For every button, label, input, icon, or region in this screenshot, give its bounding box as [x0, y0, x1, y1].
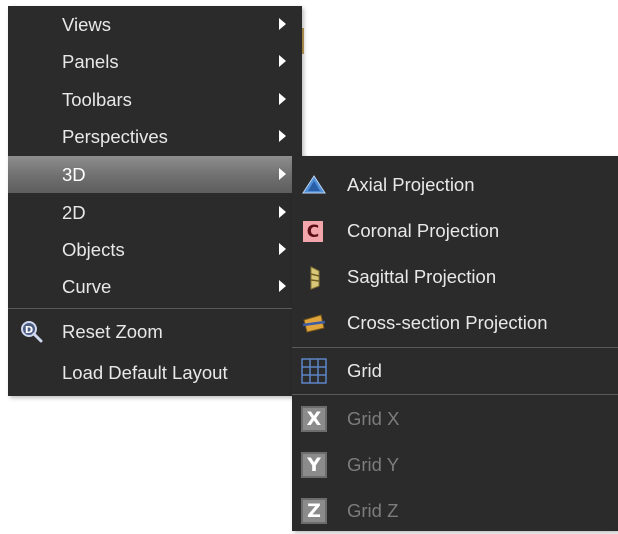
grid-z-icon: Z: [301, 498, 327, 524]
menu-item-grid-y[interactable]: Y Grid Y: [292, 442, 618, 488]
menu-separator: [292, 394, 618, 395]
menu-item-sagittal-projection[interactable]: Sagittal Projection: [292, 254, 618, 300]
submenu-3d: Axial Projection C Coronal Projection Sa…: [292, 156, 618, 531]
menu-item-grid[interactable]: Grid: [292, 348, 618, 394]
menu-item-reset-zoom[interactable]: D Reset Zoom: [8, 313, 302, 350]
submenu-arrow-icon: [279, 130, 286, 142]
menu-item-label: Objects: [62, 238, 125, 260]
menu-item-label: Sagittal Projection: [347, 266, 497, 287]
grid-y-icon: Y: [301, 452, 327, 478]
submenu-arrow-icon: [279, 93, 286, 105]
menu-item-toolbars[interactable]: Toolbars: [8, 81, 302, 118]
submenu-arrow-icon: [279, 280, 286, 292]
grid-icon: [301, 358, 327, 384]
menu-item-label: Coronal Projection: [347, 220, 500, 241]
menu-item-axial-projection[interactable]: Axial Projection: [292, 162, 618, 208]
menu-item-label: 3D: [62, 163, 86, 185]
menu-item-label: Reset Zoom: [62, 320, 163, 342]
coronal-projection-icon: C: [303, 221, 323, 242]
menu-item-coronal-projection[interactable]: C Coronal Projection: [292, 208, 618, 254]
menu-item-objects[interactable]: Objects: [8, 231, 302, 268]
grid-x-icon: X: [301, 406, 327, 432]
menu-item-label: Cross-section Projection: [347, 312, 548, 333]
menu-item-perspectives[interactable]: Perspectives: [8, 118, 302, 155]
menu-item-cross-section-projection[interactable]: Cross-section Projection: [292, 300, 618, 346]
submenu-arrow-icon: [279, 206, 286, 218]
menu-item-label: Views: [62, 13, 112, 35]
menu-item-label: Toolbars: [62, 88, 132, 110]
menu-item-label: Grid: [347, 360, 382, 381]
menu-item-grid-z[interactable]: Z Grid Z: [292, 488, 618, 534]
menu-item-label: Grid X: [347, 408, 400, 429]
context-menu: Views Panels Toolbars Perspectives 3D 2D…: [8, 6, 302, 396]
submenu-arrow-icon: [279, 243, 286, 255]
menu-item-label: Perspectives: [62, 125, 168, 147]
menu-item-label: 2D: [62, 201, 86, 223]
menu-item-label: Load Default Layout: [62, 361, 228, 383]
sagittal-projection-icon: [310, 266, 320, 290]
menu-item-3d[interactable]: 3D: [8, 156, 302, 193]
menu-item-label: Panels: [62, 50, 119, 72]
axial-projection-icon: [302, 175, 326, 194]
submenu-arrow-icon: [279, 168, 286, 180]
menu-item-label: Grid Y: [347, 454, 400, 475]
menu-separator: [8, 308, 302, 309]
submenu-arrow-icon: [279, 18, 286, 30]
svg-text:D: D: [25, 325, 33, 336]
menu-item-grid-x[interactable]: X Grid X: [292, 396, 618, 442]
menu-item-2d[interactable]: 2D: [8, 194, 302, 231]
menu-item-views[interactable]: Views: [8, 6, 302, 43]
menu-item-label: Axial Projection: [347, 174, 475, 195]
menu-item-curve[interactable]: Curve: [8, 268, 302, 305]
submenu-arrow-icon: [279, 55, 286, 67]
menu-item-label: Grid Z: [347, 500, 399, 521]
cross-section-projection-icon: [302, 314, 326, 333]
menu-item-load-default-layout[interactable]: Load Default Layout: [8, 354, 302, 391]
menu-item-panels[interactable]: Panels: [8, 43, 302, 80]
zoom-reset-icon: D: [21, 321, 43, 343]
menu-item-label: Curve: [62, 275, 112, 297]
